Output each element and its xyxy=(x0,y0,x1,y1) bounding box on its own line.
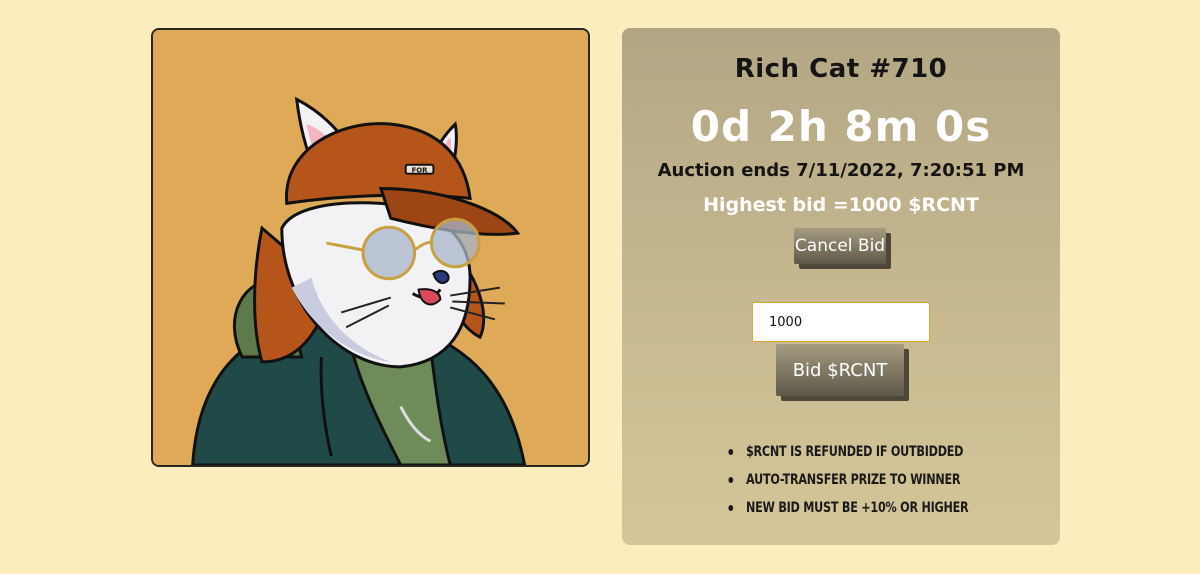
bid-button[interactable]: Bid $RCNT xyxy=(776,344,904,396)
auction-panel: Rich Cat #710 0d 2h 8m 0s Auction ends 7… xyxy=(622,28,1060,545)
highest-bid: Highest bid =1000 $RCNT xyxy=(703,194,979,216)
auction-end-time: Auction ends 7/11/2022, 7:20:51 PM xyxy=(657,160,1025,181)
nft-artwork: FOR xyxy=(151,28,590,467)
rule-item: New bid must be +10% or higher xyxy=(722,494,969,522)
auction-rules-list: $RCNT is refunded if outbidded Auto-tran… xyxy=(722,438,1030,522)
rule-item: Auto-transfer prize to winner xyxy=(722,466,968,494)
bullet-icon xyxy=(728,477,734,483)
bullet-icon xyxy=(728,505,734,511)
auction-countdown: 0d 2h 8m 0s xyxy=(690,102,992,151)
cat-avatar-illustration: FOR xyxy=(153,30,588,465)
bid-amount-input[interactable] xyxy=(752,302,930,342)
cancel-bid-button[interactable]: Cancel Bid xyxy=(794,228,886,264)
nft-title: Rich Cat #710 xyxy=(734,54,948,84)
rule-text: New bid must be +10% or higher xyxy=(746,500,969,516)
rule-text: $RCNT is refunded if outbidded xyxy=(746,444,964,460)
rule-item: $RCNT is refunded if outbidded xyxy=(722,438,968,466)
cap-label: FOR xyxy=(412,167,429,175)
bullet-icon xyxy=(728,449,734,455)
rule-text: Auto-transfer prize to winner xyxy=(746,472,961,488)
